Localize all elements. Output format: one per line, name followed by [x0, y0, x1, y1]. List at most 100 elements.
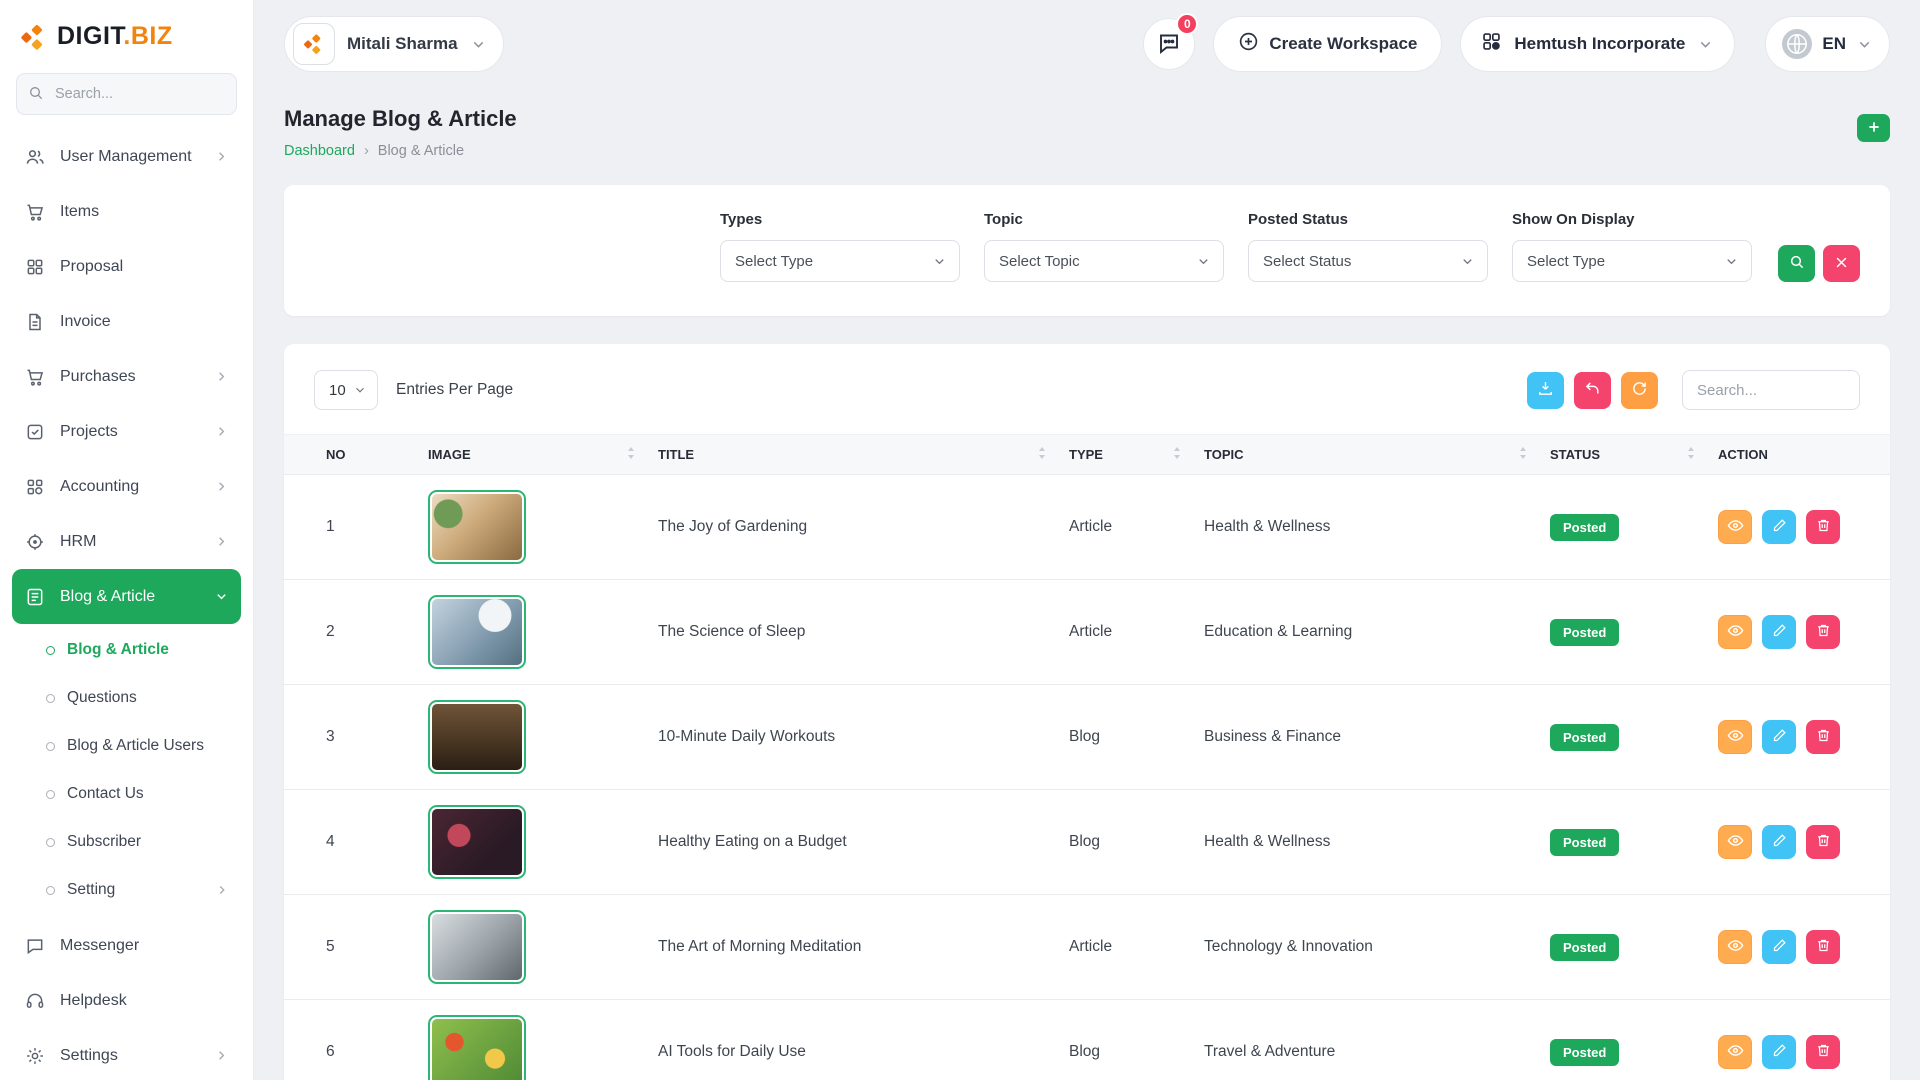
view-button[interactable] [1718, 825, 1752, 859]
sidebar-item-helpdesk[interactable]: Helpdesk [12, 973, 241, 1028]
sidebar-item-accounting[interactable]: Accounting [12, 459, 241, 514]
chevron-right-icon [215, 883, 229, 897]
row-actions [1718, 930, 1890, 964]
cell-title: 10-Minute Daily Workouts [658, 685, 1069, 790]
status-select[interactable]: Select Status [1248, 240, 1488, 282]
filter-label: Show On Display [1512, 211, 1752, 228]
sidebar-item-messenger[interactable]: Messenger [12, 918, 241, 973]
delete-button[interactable] [1806, 510, 1840, 544]
view-button[interactable] [1718, 510, 1752, 544]
language-selector[interactable]: EN [1765, 16, 1890, 72]
column-header-title[interactable]: TITLE [658, 435, 1069, 475]
column-header-type[interactable]: TYPE [1069, 435, 1204, 475]
edit-button[interactable] [1762, 930, 1796, 964]
chevron-right-icon [214, 369, 229, 384]
view-button[interactable] [1718, 615, 1752, 649]
bullet-ring-icon [46, 838, 55, 847]
blog-article-submenu: Blog & Article Questions Blog & Article … [12, 624, 241, 918]
breadcrumb-dashboard-link[interactable]: Dashboard [284, 143, 355, 159]
sidebar-item-proposal[interactable]: Proposal [12, 239, 241, 294]
trash-icon [1816, 1043, 1831, 1061]
view-button[interactable] [1718, 720, 1752, 754]
refresh-icon [1631, 380, 1648, 400]
topic-select[interactable]: Select Topic [984, 240, 1224, 282]
user-menu[interactable]: Mitali Sharma [284, 16, 504, 72]
column-header-no: NO [284, 435, 428, 475]
sort-icon [626, 446, 636, 463]
submenu-item-blog-article[interactable]: Blog & Article [12, 626, 241, 674]
delete-button[interactable] [1806, 825, 1840, 859]
sidebar-item-user-management[interactable]: User Management [12, 129, 241, 184]
delete-button[interactable] [1806, 1035, 1840, 1069]
view-button[interactable] [1718, 1035, 1752, 1069]
edit-button[interactable] [1762, 510, 1796, 544]
add-blog-button[interactable] [1857, 114, 1890, 142]
sidebar-item-items[interactable]: Items [12, 184, 241, 239]
main-area: Mitali Sharma 0 Create Workspace Hemtush… [254, 0, 1920, 1080]
row-actions [1718, 510, 1890, 544]
types-select[interactable]: Select Type [720, 240, 960, 282]
workspace-logo-badge [293, 23, 335, 65]
undo-button[interactable] [1574, 372, 1611, 409]
edit-button[interactable] [1762, 825, 1796, 859]
entries-per-page-select[interactable]: 10 [314, 370, 378, 410]
sidebar-item-settings[interactable]: Settings [12, 1028, 241, 1080]
refresh-button[interactable] [1621, 372, 1658, 409]
clear-filter-icon [1834, 255, 1849, 273]
submenu-item-setting[interactable]: Setting [12, 866, 241, 914]
submenu-item-label: Blog & Article Users [67, 737, 204, 755]
sidebar-nav: User Management Items Proposal Invoice P… [0, 129, 253, 1080]
edit-button[interactable] [1762, 615, 1796, 649]
create-workspace-button[interactable]: Create Workspace [1213, 16, 1442, 72]
row-actions [1718, 1035, 1890, 1069]
row-thumbnail [428, 490, 526, 564]
clear-filter-button[interactable] [1823, 245, 1860, 282]
company-selector[interactable]: Hemtush Incorporate [1460, 16, 1735, 72]
cell-topic: Education & Learning [1204, 580, 1550, 685]
table-search-input[interactable] [1682, 370, 1860, 410]
filter-card: Types Select Type Topic Select Topic Pos… [284, 185, 1890, 316]
edit-button[interactable] [1762, 720, 1796, 754]
sidebar-search-input[interactable] [16, 73, 237, 115]
grid-icon [24, 257, 46, 277]
filter-label: Posted Status [1248, 211, 1488, 228]
export-button[interactable] [1527, 372, 1564, 409]
cell-title: AI Tools for Daily Use [658, 1000, 1069, 1080]
trash-icon [1816, 623, 1831, 641]
select-value: Select Type [735, 253, 813, 270]
unread-count-badge: 0 [1176, 13, 1198, 35]
submenu-item-questions[interactable]: Questions [12, 674, 241, 722]
user-name: Mitali Sharma [347, 34, 458, 54]
cell-type: Article [1069, 475, 1204, 580]
plus-icon [1866, 119, 1882, 138]
cell-title: The Art of Morning Meditation [658, 895, 1069, 1000]
column-header-status[interactable]: STATUS [1550, 435, 1718, 475]
submenu-item-contact-us[interactable]: Contact Us [12, 770, 241, 818]
sidebar-item-projects[interactable]: Projects [12, 404, 241, 459]
submenu-item-label: Questions [67, 689, 137, 707]
status-badge: Posted [1550, 1039, 1619, 1066]
sidebar-item-hrm[interactable]: HRM [12, 514, 241, 569]
sidebar-item-purchases[interactable]: Purchases [12, 349, 241, 404]
edit-button[interactable] [1762, 1035, 1796, 1069]
delete-button[interactable] [1806, 615, 1840, 649]
column-header-topic[interactable]: TOPIC [1204, 435, 1550, 475]
blog-icon [24, 587, 46, 607]
display-select[interactable]: Select Type [1512, 240, 1752, 282]
modules-icon [24, 477, 46, 497]
pencil-icon [1772, 833, 1787, 851]
company-name: Hemtush Incorporate [1514, 34, 1685, 54]
submenu-item-subscriber[interactable]: Subscriber [12, 818, 241, 866]
sidebar-item-blog-article[interactable]: Blog & Article [12, 569, 241, 624]
view-button[interactable] [1718, 930, 1752, 964]
apply-filter-button[interactable] [1778, 245, 1815, 282]
chevron-right-icon [214, 479, 229, 494]
column-header-image[interactable]: IMAGE [428, 435, 658, 475]
messages-button[interactable]: 0 [1143, 18, 1195, 70]
delete-button[interactable] [1806, 720, 1840, 754]
search-icon [1789, 254, 1805, 273]
submenu-item-blog-article-users[interactable]: Blog & Article Users [12, 722, 241, 770]
submenu-item-label: Subscriber [67, 833, 141, 851]
delete-button[interactable] [1806, 930, 1840, 964]
sidebar-item-invoice[interactable]: Invoice [12, 294, 241, 349]
